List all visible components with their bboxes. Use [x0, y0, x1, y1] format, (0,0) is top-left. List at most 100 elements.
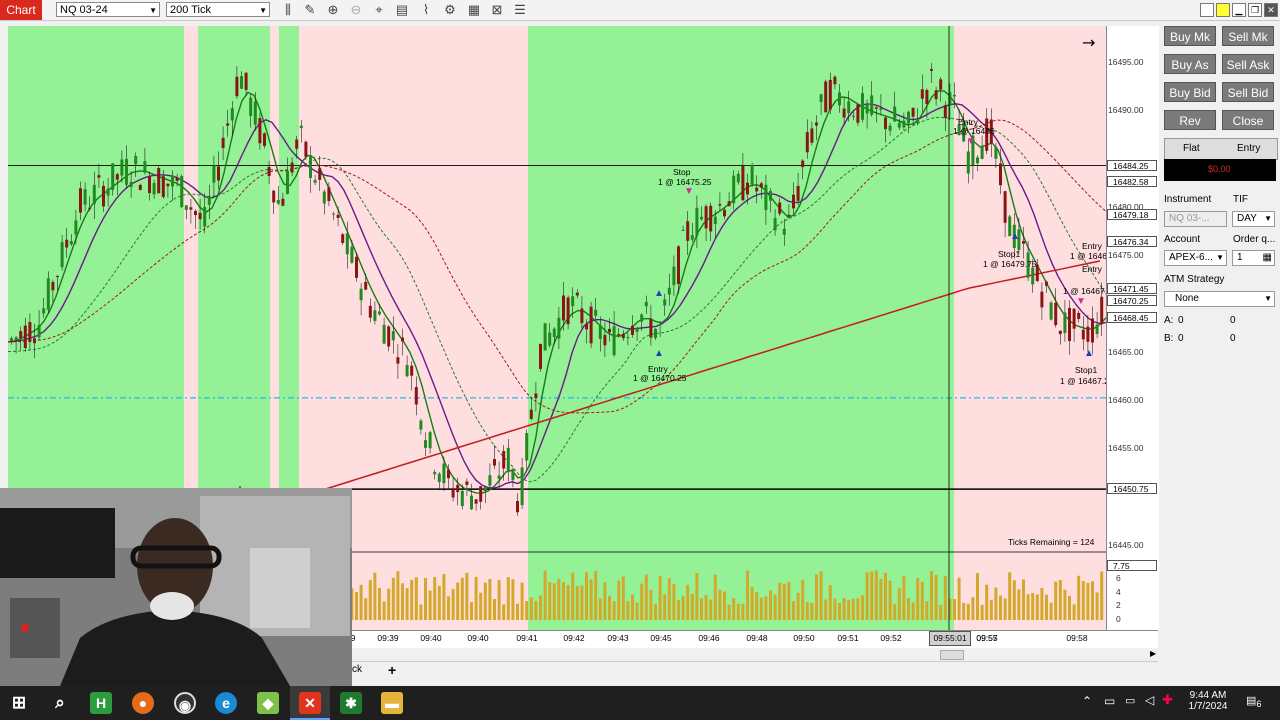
obs-icon[interactable]: ◉: [174, 692, 196, 714]
volume-bar: [543, 570, 547, 620]
chart-toolbar: Chart NQ 03-24 ▼ 200 Tick ▼ ⫼ ✎ ⊕ ⊖ ⌖ ▤ …: [0, 0, 1280, 21]
battery-icon[interactable]: ▭: [1125, 694, 1135, 707]
sell-ask-button[interactable]: Sell Ask: [1222, 54, 1274, 74]
taskbar-clock[interactable]: 9:44 AM 1/7/2024: [1183, 690, 1233, 712]
bar-type-icon[interactable]: ⫼: [280, 2, 296, 18]
candle-body: [934, 90, 938, 100]
zoom-in-icon[interactable]: ⊕: [325, 2, 341, 18]
candle-body: [456, 484, 460, 493]
candle-body: [700, 216, 703, 220]
strategies-icon[interactable]: ⚙: [442, 2, 458, 18]
pencil-icon[interactable]: ✎: [302, 2, 318, 18]
order-marker-icon: ▼: [966, 136, 976, 147]
clock-date: 1/7/2024: [1188, 701, 1228, 712]
chart-trader-panel: Buy Mk Sell Mk Buy As Sell Ask Buy Bid S…: [1160, 22, 1280, 650]
tif-select[interactable]: DAY ▼: [1232, 211, 1275, 227]
sell-market-button[interactable]: Sell Mk: [1222, 26, 1274, 46]
color-picker-icon[interactable]: [1200, 3, 1214, 17]
volume-bar: [847, 599, 851, 620]
chart-tab-label[interactable]: ck: [352, 664, 362, 675]
h-app-icon[interactable]: H: [90, 692, 112, 714]
volume-bar: [1035, 594, 1039, 620]
candle-body: [148, 175, 151, 193]
windows-start-icon[interactable]: ⊞: [8, 692, 30, 714]
a-value-2: 0: [1230, 315, 1236, 326]
close-position-button[interactable]: Close: [1222, 110, 1274, 130]
scrollbar-thumb[interactable]: [940, 650, 964, 660]
templates-icon[interactable]: ▦: [466, 2, 482, 18]
calculator-icon[interactable]: ▦: [1263, 251, 1272, 265]
chart-app-tab[interactable]: Chart: [0, 0, 42, 20]
price-marker: 16450.75: [1107, 483, 1157, 495]
tray-device-icon[interactable]: ▭: [1104, 694, 1115, 708]
candle-body: [60, 242, 64, 268]
time-tick-label: 09:52: [880, 633, 902, 643]
search-icon[interactable]: ⌕: [49, 692, 71, 714]
candle-body: [571, 296, 575, 307]
list-icon[interactable]: ☰: [512, 2, 528, 18]
add-tab-button[interactable]: +: [388, 662, 396, 678]
crosshair-icon[interactable]: ⌖: [371, 2, 387, 18]
price-marker: 16484.25: [1107, 159, 1157, 171]
edge-icon[interactable]: e: [215, 692, 237, 714]
order-marker-icon: ▼: [684, 186, 694, 197]
candle-body: [290, 162, 294, 173]
link-color-icon[interactable]: [1216, 3, 1230, 17]
reverse-button[interactable]: Rev: [1164, 110, 1216, 130]
close-icon[interactable]: ✕: [1264, 3, 1278, 17]
chevron-right-icon[interactable]: ▶: [1150, 649, 1156, 658]
candle-body: [1072, 308, 1076, 329]
candle-body: [276, 199, 280, 204]
candle-body: [562, 295, 565, 321]
interval-selector[interactable]: 200 Tick ▼: [166, 2, 270, 17]
zoom-out-icon[interactable]: ⊖: [348, 2, 364, 18]
candle-body: [129, 181, 133, 187]
volume-bar: [865, 572, 869, 620]
tray-chevron-up-icon[interactable]: ⌃: [1082, 694, 1092, 708]
volume-bar: [562, 582, 565, 620]
properties-icon[interactable]: ▤: [394, 2, 410, 18]
account-value: APEX-6...: [1169, 252, 1213, 263]
minimize-icon[interactable]: ▁: [1232, 3, 1246, 17]
notification-icon[interactable]: ▤6: [1246, 694, 1262, 709]
draw-tools-icon[interactable]: ⊠: [489, 2, 505, 18]
instrument-selector[interactable]: NQ 03-24 ▼: [56, 2, 160, 17]
a-label: A:: [1164, 315, 1174, 326]
candle-body: [69, 241, 73, 245]
candle-body: [644, 301, 648, 307]
volume-icon[interactable]: ◁: [1145, 693, 1154, 707]
notification-count: 6: [1256, 699, 1262, 710]
candle-body: [332, 213, 335, 215]
volume-bar: [414, 577, 418, 620]
indicators-icon[interactable]: ⌇: [418, 2, 434, 18]
file-explorer-icon[interactable]: ▬: [381, 692, 403, 714]
maximize-icon[interactable]: ❐: [1248, 3, 1262, 17]
buy-market-button[interactable]: Buy Mk: [1164, 26, 1216, 46]
candle-body: [640, 314, 644, 322]
candle-body: [373, 310, 377, 321]
candle-body: [511, 469, 515, 481]
excel-like-icon[interactable]: ✱: [340, 692, 362, 714]
atm-strategy-select[interactable]: None ▼: [1164, 291, 1275, 307]
volume-bar: [612, 601, 616, 620]
volume-bar: [736, 603, 740, 620]
sell-bid-button[interactable]: Sell Bid: [1222, 82, 1274, 102]
candle-body: [488, 475, 492, 486]
app-green-icon[interactable]: ◆: [257, 692, 279, 714]
candle-body: [870, 95, 874, 115]
order-qty-input[interactable]: 1 ▦: [1232, 250, 1275, 266]
volume-bar: [1022, 579, 1025, 620]
buy-bid-button[interactable]: Buy Bid: [1164, 82, 1216, 102]
volume-bar: [893, 604, 897, 620]
tray-app-icon[interactable]: ✚: [1162, 692, 1173, 708]
buy-ask-button[interactable]: Buy As: [1164, 54, 1216, 74]
instrument-field[interactable]: NQ 03-...: [1164, 211, 1227, 227]
account-select[interactable]: APEX-6... ▼: [1164, 250, 1227, 266]
ninjatrader-icon[interactable]: ✕: [299, 692, 321, 714]
candle-body: [341, 234, 345, 243]
volume-bar: [1026, 594, 1030, 620]
candle-body: [198, 212, 202, 220]
stop-label: Stop1: [998, 249, 1020, 259]
firefox-icon[interactable]: ●: [132, 692, 154, 714]
candle-body: [635, 328, 639, 332]
